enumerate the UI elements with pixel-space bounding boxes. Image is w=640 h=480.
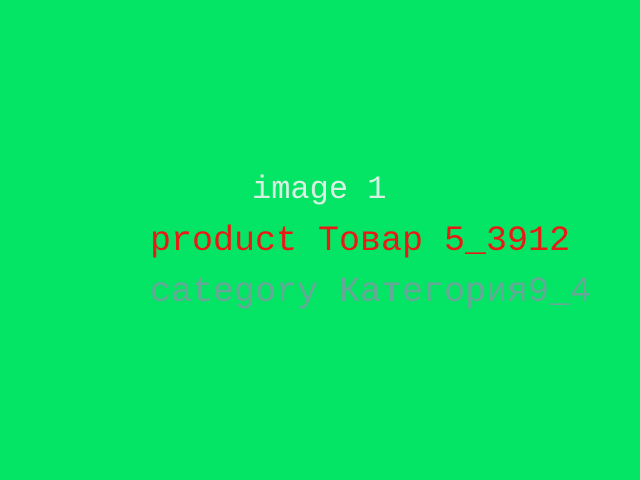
category-label: category Категория9_4 bbox=[150, 272, 592, 312]
image-canvas: image 1 product Товар 5_3912 category Ка… bbox=[0, 0, 640, 480]
image-label: image 1 bbox=[252, 171, 387, 208]
product-label: product Товар 5_3912 bbox=[150, 221, 571, 261]
